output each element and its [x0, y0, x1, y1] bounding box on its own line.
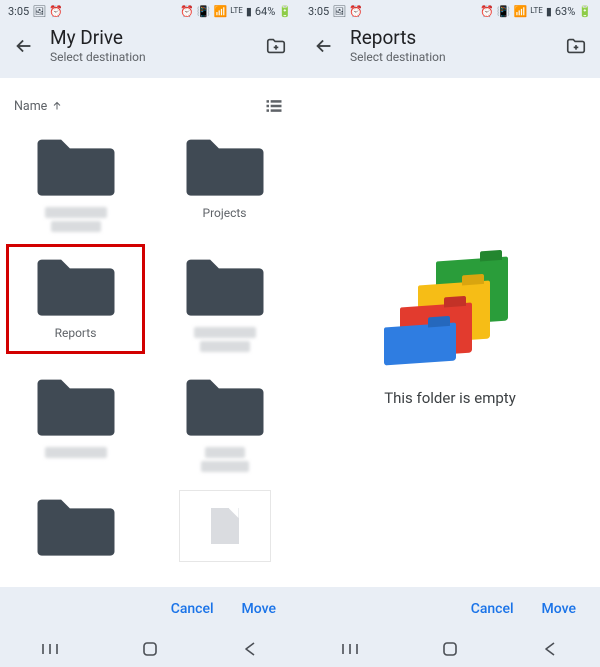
folder-item[interactable]: [161, 370, 288, 472]
status-alarm-icon: ⏰: [349, 6, 363, 17]
toggle-view-button[interactable]: [262, 94, 286, 118]
item-label-blurred: [201, 461, 249, 472]
item-label-blurred: [200, 341, 250, 352]
page-subtitle: Select destination: [50, 50, 250, 64]
folder-item[interactable]: [12, 370, 139, 472]
status-battery-icon: 🔋: [578, 6, 592, 17]
folder-icon: [31, 250, 121, 320]
move-button[interactable]: Move: [242, 601, 276, 617]
home-icon: [442, 641, 458, 657]
back-button[interactable]: [8, 28, 40, 64]
folder-item-reports[interactable]: Reports: [12, 250, 139, 352]
file-icon: [179, 490, 271, 562]
item-label-blurred: [205, 447, 245, 458]
system-nav-bar: [0, 631, 300, 667]
status-vibrate-icon: 📳: [497, 6, 511, 17]
status-image-icon: 🖼: [32, 6, 46, 17]
empty-folder-illustration: [380, 259, 520, 369]
page-title: Reports: [350, 26, 550, 49]
status-time: 3:05: [8, 5, 29, 18]
status-battery: 64%: [255, 5, 275, 18]
status-lte-icon: LTE: [230, 7, 243, 15]
empty-state: This folder is empty: [300, 78, 600, 587]
folder-grid: Projects Reports: [0, 126, 300, 587]
status-lte-icon: LTE: [530, 7, 543, 15]
status-signal-icon: ▮: [546, 6, 552, 17]
triangle-back-icon: [542, 641, 558, 657]
action-bar: Cancel Move: [0, 587, 300, 631]
back-button[interactable]: [308, 28, 340, 64]
folder-item[interactable]: [12, 130, 139, 232]
recents-icon: [341, 642, 359, 656]
item-label-blurred: [45, 447, 107, 458]
folder-icon: [31, 130, 121, 200]
item-label: Reports: [55, 326, 97, 341]
item-label-blurred: [51, 221, 101, 232]
item-label-blurred: [194, 327, 256, 338]
status-battery: 63%: [555, 5, 575, 18]
sort-row: Name: [0, 78, 300, 126]
folder-item-projects[interactable]: Projects: [161, 130, 288, 232]
file-item[interactable]: [161, 490, 288, 562]
list-view-icon: [264, 96, 284, 116]
status-wifi-icon: 📶: [514, 6, 528, 17]
nav-back-button[interactable]: [540, 639, 560, 659]
status-time: 3:05: [308, 5, 329, 18]
nav-recents-button[interactable]: [340, 639, 360, 659]
status-vibrate-icon: 📳: [197, 6, 211, 17]
folder-icon: [180, 370, 270, 440]
folder-icon: [31, 490, 121, 560]
page-title: My Drive: [50, 26, 250, 49]
status-alarm-icon: ⏰: [49, 6, 63, 17]
status-image-icon: 🖼: [332, 6, 346, 17]
folder-item[interactable]: [161, 250, 288, 352]
nav-back-button[interactable]: [240, 639, 260, 659]
arrow-left-icon: [313, 35, 335, 57]
status-wifi-icon: 📶: [214, 6, 228, 17]
status-alarm-icon: ⏰: [480, 6, 494, 17]
app-bar: My Drive Select destination: [0, 22, 300, 78]
nav-recents-button[interactable]: [40, 639, 60, 659]
left-pane: 3:05 🖼 ⏰ ⏰ 📳 📶 LTE ▮ 64% 🔋 My Drive Sele…: [0, 0, 300, 667]
item-label: Projects: [203, 206, 247, 221]
status-alarm-icon: ⏰: [180, 6, 194, 17]
item-label-blurred: [45, 207, 107, 218]
page-subtitle: Select destination: [350, 50, 550, 64]
sort-label: Name: [14, 99, 47, 114]
new-folder-button[interactable]: [260, 28, 292, 64]
move-button[interactable]: Move: [542, 601, 576, 617]
new-folder-icon: [565, 35, 587, 57]
recents-icon: [41, 642, 59, 656]
folder-icon: [180, 130, 270, 200]
home-icon: [142, 641, 158, 657]
status-bar: 3:05 🖼 ⏰ ⏰ 📳 📶 LTE ▮ 63% 🔋: [300, 0, 600, 22]
folder-icon: [31, 370, 121, 440]
action-bar: Cancel Move: [300, 587, 600, 631]
status-signal-icon: ▮: [246, 6, 252, 17]
app-bar: Reports Select destination: [300, 22, 600, 78]
arrow-up-icon: [51, 100, 63, 112]
cancel-button[interactable]: Cancel: [171, 601, 214, 617]
new-folder-icon: [265, 35, 287, 57]
status-battery-icon: 🔋: [278, 6, 292, 17]
triangle-back-icon: [242, 641, 258, 657]
arrow-left-icon: [13, 35, 35, 57]
folder-icon: [180, 250, 270, 320]
right-pane: 3:05 🖼 ⏰ ⏰ 📳 📶 LTE ▮ 63% 🔋 Reports Selec…: [300, 0, 600, 667]
status-bar: 3:05 🖼 ⏰ ⏰ 📳 📶 LTE ▮ 64% 🔋: [0, 0, 300, 22]
system-nav-bar: [300, 631, 600, 667]
new-folder-button[interactable]: [560, 28, 592, 64]
nav-home-button[interactable]: [440, 639, 460, 659]
empty-message: This folder is empty: [384, 389, 516, 407]
cancel-button[interactable]: Cancel: [471, 601, 514, 617]
nav-home-button[interactable]: [140, 639, 160, 659]
sort-button[interactable]: Name: [14, 99, 63, 114]
folder-item[interactable]: [12, 490, 139, 562]
